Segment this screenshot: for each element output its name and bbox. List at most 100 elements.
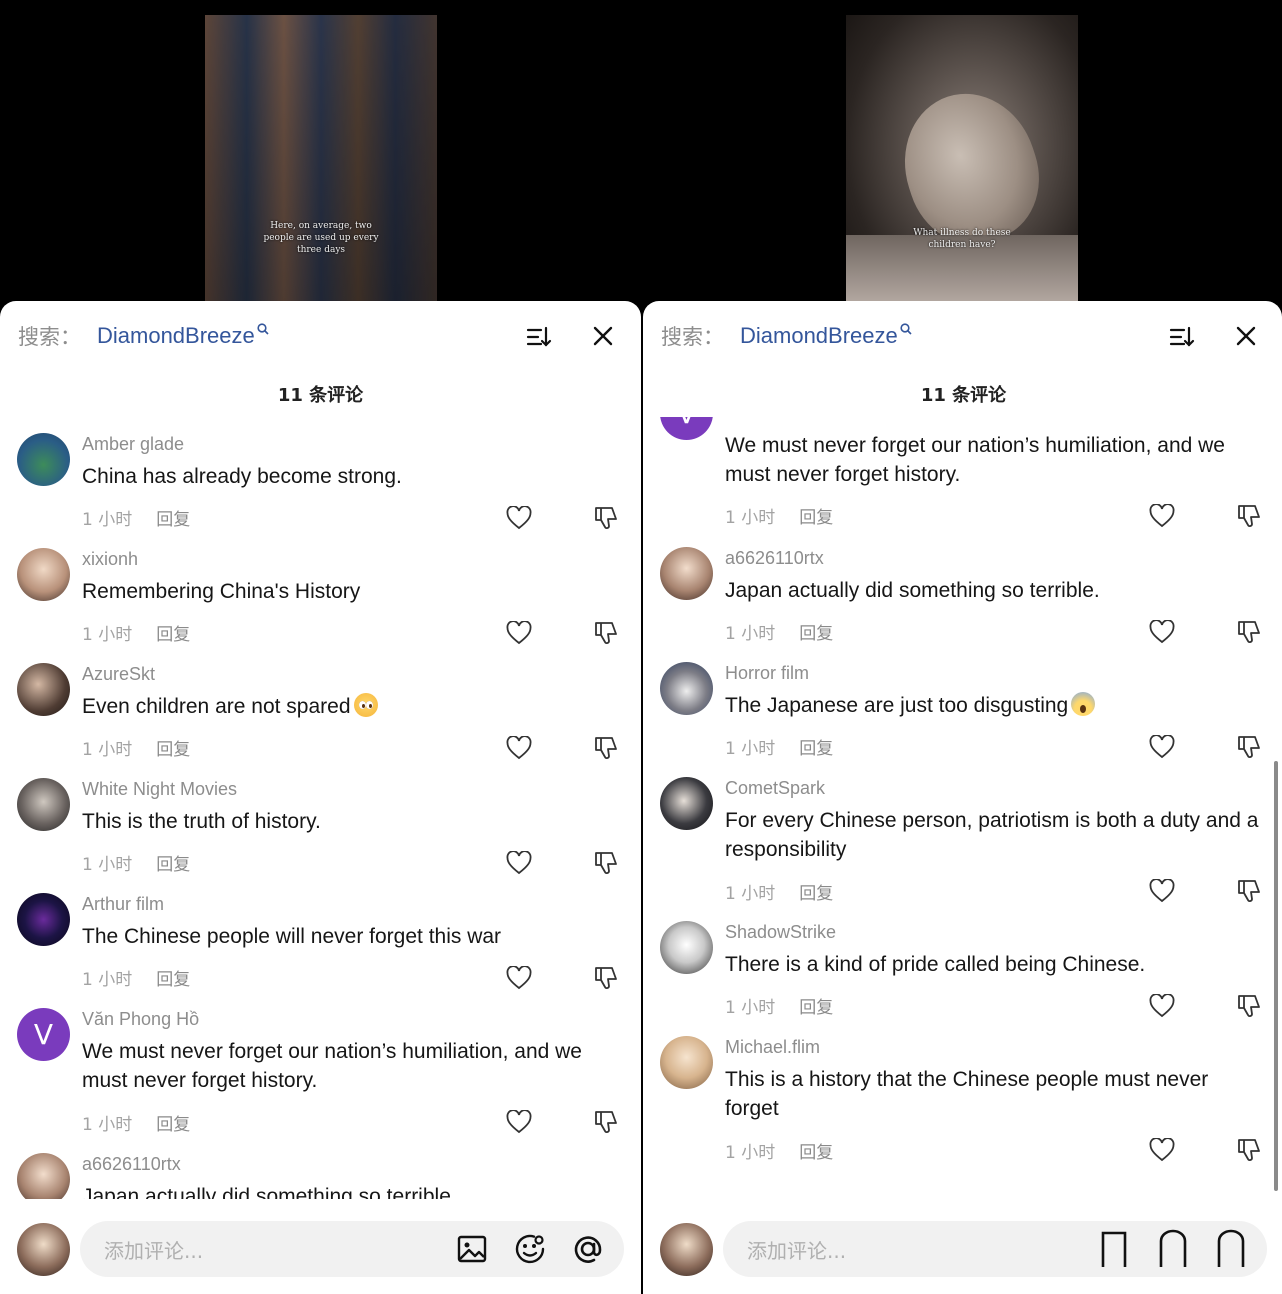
comment-author[interactable]: Arthur film (82, 894, 164, 915)
thumbs-down-icon[interactable] (594, 1109, 620, 1135)
at-icon[interactable] (1215, 1229, 1247, 1269)
avatar[interactable] (660, 547, 713, 600)
heart-icon[interactable] (1149, 735, 1175, 759)
screaming-face-icon (1071, 692, 1096, 716)
avatar[interactable] (17, 663, 70, 716)
heart-icon[interactable] (1149, 994, 1175, 1018)
search-term-link[interactable]: DiamondBreeze (740, 323, 898, 349)
avatar[interactable] (17, 433, 70, 486)
thumbs-down-icon[interactable] (1237, 878, 1263, 904)
thumbs-down-icon[interactable] (594, 965, 620, 991)
avatar[interactable] (17, 1153, 70, 1199)
emoji-icon[interactable] (1157, 1229, 1189, 1269)
comment-meta: 1 小时 回复 (725, 503, 833, 528)
comment-list[interactable]: Amber glade China has already become str… (0, 417, 641, 1199)
avatar[interactable] (17, 893, 70, 946)
heart-icon[interactable] (506, 851, 532, 875)
avatar[interactable] (660, 662, 713, 715)
close-icon[interactable] (593, 326, 613, 346)
reply-button[interactable]: 回复 (799, 734, 833, 759)
thumbs-down-icon[interactable] (1237, 503, 1263, 529)
search-suggestion[interactable]: 搜索： DiamondBreeze (18, 321, 269, 351)
reply-button[interactable]: 回复 (156, 965, 190, 990)
comments-sheet: 搜索： DiamondBreeze 11 条评论 V We must never… (643, 301, 1282, 1294)
comment-text: There is a kind of pride called being Ch… (725, 953, 1146, 976)
reply-button[interactable]: 回复 (799, 993, 833, 1018)
at-icon[interactable] (572, 1233, 604, 1265)
search-term-link[interactable]: DiamondBreeze (97, 323, 255, 349)
sort-icon[interactable] (1169, 325, 1195, 349)
thumbs-down-icon[interactable] (594, 620, 620, 646)
comment-text: Japan actually did something so terrible… (725, 579, 1100, 602)
video-player[interactable]: Here, on average, two people are used up… (205, 15, 437, 305)
comment-meta: 1 小时 回复 (82, 620, 190, 645)
comment-meta: 1 小时 回复 (82, 1110, 190, 1135)
heart-icon[interactable] (506, 1110, 532, 1134)
heart-icon[interactable] (506, 966, 532, 990)
heart-icon[interactable] (506, 736, 532, 760)
emoji-icon[interactable] (514, 1233, 546, 1265)
comment-author[interactable]: Văn Phong Hồ (82, 1009, 199, 1030)
comment-author[interactable]: a6626110rtx (725, 548, 824, 569)
comment-author[interactable]: a6626110rtx (82, 1154, 181, 1175)
reply-button[interactable]: 回复 (799, 1138, 833, 1163)
comment-text: We must never forget our nation’s humili… (725, 434, 1225, 486)
comment-time: 1 小时 (725, 623, 776, 644)
reply-button[interactable]: 回复 (799, 619, 833, 644)
reply-button[interactable]: 回复 (799, 879, 833, 904)
comment-author[interactable]: CometSpark (725, 778, 825, 799)
comment-text: For every Chinese person, patriotism is … (725, 809, 1259, 861)
reply-button[interactable]: 回复 (799, 503, 833, 528)
comment-time: 1 小时 (82, 854, 133, 875)
video-player[interactable]: What illness do these children have? (846, 15, 1078, 305)
heart-icon[interactable] (1149, 879, 1175, 903)
comment-author[interactable]: AzureSkt (82, 664, 155, 685)
scrollbar[interactable] (1274, 761, 1278, 1191)
thumbs-down-icon[interactable] (1237, 993, 1263, 1019)
heart-icon[interactable] (506, 621, 532, 645)
reply-button[interactable]: 回复 (156, 850, 190, 875)
comment-count: 11 条评论 (920, 385, 1007, 406)
comment-input[interactable]: 添加评论... (723, 1221, 1267, 1277)
heart-icon[interactable] (1149, 504, 1175, 528)
comment-author[interactable]: Amber glade (82, 434, 184, 455)
comment-author[interactable]: ShadowStrike (725, 922, 836, 943)
reply-button[interactable]: 回复 (156, 505, 190, 530)
thumbs-down-icon[interactable] (594, 505, 620, 531)
avatar[interactable] (660, 777, 713, 830)
comment-time: 1 小时 (725, 738, 776, 759)
comment-text: We must never forget our nation’s humili… (82, 1040, 582, 1092)
avatar[interactable] (17, 778, 70, 831)
comment-time: 1 小时 (82, 624, 133, 645)
heart-icon[interactable] (506, 506, 532, 530)
comment-author[interactable]: White Night Movies (82, 779, 237, 800)
comment-author[interactable]: xixionh (82, 549, 138, 570)
reply-button[interactable]: 回复 (156, 735, 190, 760)
heart-icon[interactable] (1149, 1138, 1175, 1162)
thumbs-down-icon[interactable] (594, 850, 620, 876)
thumbs-down-icon[interactable] (1237, 1137, 1263, 1163)
avatar[interactable] (660, 921, 713, 974)
avatar[interactable]: V (660, 417, 713, 440)
thumbs-down-icon[interactable] (594, 735, 620, 761)
avatar[interactable]: V (17, 1008, 70, 1061)
comment-time: 1 小时 (82, 739, 133, 760)
image-icon[interactable] (1099, 1229, 1131, 1269)
sort-icon[interactable] (526, 325, 552, 349)
thumbs-down-icon[interactable] (1237, 734, 1263, 760)
comment-author[interactable]: Horror film (725, 663, 809, 684)
avatar[interactable] (17, 548, 70, 601)
comment-list[interactable]: V We must never forget our nation’s humi… (643, 417, 1282, 1199)
comment-input[interactable]: 添加评论... (80, 1221, 624, 1277)
heart-icon[interactable] (1149, 620, 1175, 644)
comment-author[interactable]: Michael.flim (725, 1037, 820, 1058)
search-prefix: 搜索： (18, 325, 81, 349)
thumbs-down-icon[interactable] (1237, 619, 1263, 645)
avatar[interactable] (660, 1036, 713, 1089)
reply-button[interactable]: 回复 (156, 1110, 190, 1135)
image-icon[interactable] (456, 1233, 488, 1265)
search-suggestion[interactable]: 搜索： DiamondBreeze (661, 321, 912, 351)
comment-time: 1 小时 (82, 1114, 133, 1135)
close-icon[interactable] (1236, 326, 1256, 346)
reply-button[interactable]: 回复 (156, 620, 190, 645)
